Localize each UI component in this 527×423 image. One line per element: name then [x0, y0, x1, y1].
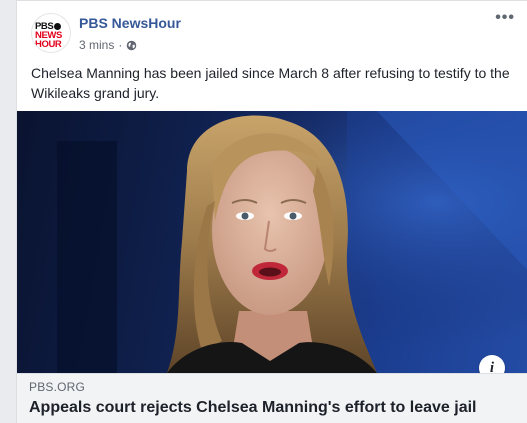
- post-photo[interactable]: [17, 111, 527, 373]
- logo-text-hour: HOUR: [35, 39, 62, 50]
- logo-dot: [54, 23, 62, 30]
- link-title[interactable]: Appeals court rejects Chelsea Manning's …: [29, 399, 477, 417]
- post-timestamp[interactable]: 3 mins: [79, 38, 114, 52]
- more-options-icon[interactable]: •••: [495, 9, 515, 27]
- page-avatar[interactable]: PBS NEWS HOUR: [31, 13, 71, 53]
- globe-icon: [126, 40, 137, 51]
- link-domain: PBS.ORG: [29, 380, 86, 394]
- page-name-link[interactable]: PBS NewsHour: [79, 15, 181, 31]
- post-card: PBS NEWS HOUR PBS NewsHour 3 mins · ••• …: [16, 0, 527, 423]
- photo-illustration: [17, 111, 527, 373]
- post-body-text: Chelsea Manning has been jailed since Ma…: [31, 65, 510, 101]
- meta-separator: ·: [118, 38, 123, 52]
- link-preview[interactable]: PBS.ORG Appeals court rejects Chelsea Ma…: [17, 373, 527, 423]
- post-meta: 3 mins ·: [79, 38, 137, 52]
